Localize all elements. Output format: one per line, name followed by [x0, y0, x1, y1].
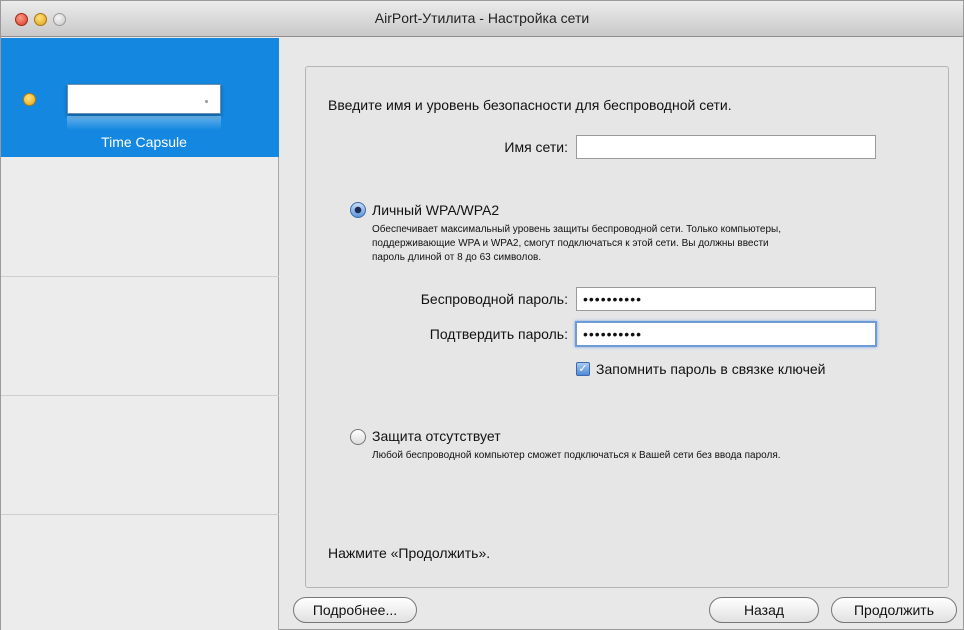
keychain-checkbox[interactable]: ✓: [576, 362, 590, 376]
continue-button[interactable]: Продолжить: [831, 597, 957, 623]
continue-hint: Нажмите «Продолжить».: [328, 545, 491, 561]
status-dot-icon: [23, 93, 36, 106]
network-name-label: Имя сети:: [504, 139, 568, 155]
password-label: Беспроводной пароль:: [420, 291, 568, 307]
title-bar: AirPort-Утилита - Настройка сети: [1, 1, 963, 37]
wpa-description: Обеспечивает максимальный уровень защиты…: [372, 223, 781, 265]
device-reflection: [67, 116, 221, 130]
back-button[interactable]: Назад: [709, 597, 819, 623]
wpa-description-line: поддерживающие WPA и WPA2, смогут подклю…: [372, 238, 769, 249]
password-field[interactable]: ••••••••••: [576, 287, 876, 311]
wpa-description-line: Обеспечивает максимальный уровень защиты…: [372, 224, 782, 235]
network-setup-panel: Введите имя и уровень безопасности для б…: [305, 66, 949, 588]
wpa-radio-label: Личный WPA/WPA2: [372, 202, 500, 218]
device-sidebar: Time Capsule: [1, 38, 279, 630]
sidebar-divider: [1, 514, 279, 515]
no-security-radio[interactable]: [350, 429, 366, 445]
time-capsule-device-icon: [67, 84, 221, 114]
sidebar-divider: [1, 276, 279, 277]
airport-utility-window: AirPort-Утилита - Настройка сети Time Ca…: [0, 0, 964, 630]
keychain-checkbox-label: Запомнить пароль в связке ключей: [596, 361, 826, 377]
wpa-radio[interactable]: [350, 202, 366, 218]
intro-text: Введите имя и уровень безопасности для б…: [328, 97, 732, 113]
no-security-description: Любой беспроводной компьютер сможет подк…: [372, 450, 781, 461]
window-title: AirPort-Утилита - Настройка сети: [374, 10, 590, 26]
confirm-password-field[interactable]: ••••••••••: [575, 321, 877, 347]
device-led: [205, 100, 208, 103]
sidebar-item-label: Time Capsule: [101, 134, 187, 150]
more-button[interactable]: Подробнее...: [293, 597, 417, 623]
sidebar-item-time-capsule[interactable]: Time Capsule: [1, 38, 279, 157]
sidebar-divider: [1, 395, 279, 396]
wpa-description-line: пароль длиной от 8 до 63 символов.: [372, 252, 542, 263]
confirm-password-label: Подтвердить пароль:: [429, 326, 568, 342]
no-security-radio-label: Защита отсутствует: [372, 428, 501, 444]
network-name-field[interactable]: [576, 135, 876, 159]
